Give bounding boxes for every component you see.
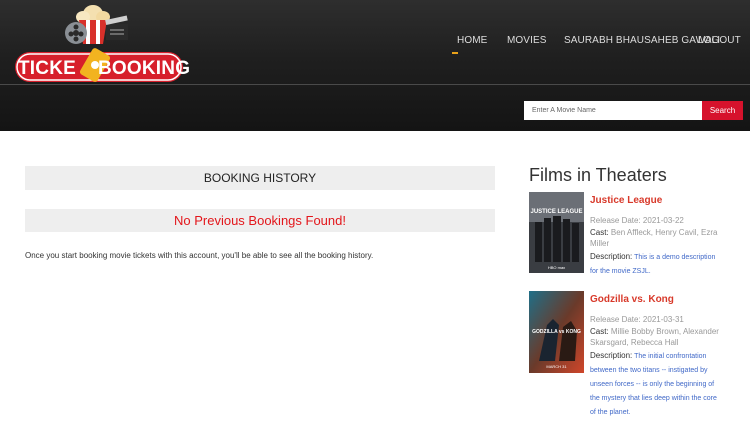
cast-label: Cast: [590, 327, 609, 336]
movie-title-justice-league[interactable]: Justice League [590, 195, 662, 206]
poster-jl-title: JUSTICE LEAGUE [530, 209, 582, 215]
poster-godzilla-vs-kong[interactable]: GODZILLA vs KONG MARCH 31 [529, 291, 584, 373]
movie-release-date: Release Date: 2021-03-31 [590, 315, 684, 324]
booking-info-text: Once you start booking movie tickets wit… [25, 251, 374, 260]
booking-history-title: BOOKING HISTORY [25, 166, 495, 190]
movie-cast: Cast: Ben Affleck, Henry Cavil, Ezra Mil… [590, 227, 720, 249]
poster-justice-league[interactable]: JUSTICE LEAGUE HBO max [529, 192, 584, 273]
nav-user-name[interactable]: SAURABH BHAUSAHEB GAWALI [564, 35, 720, 46]
film-reel-icon [65, 22, 87, 44]
movie-description: Description: This is a demo description … [590, 250, 722, 279]
site-header: TICKE BOOKING HOME MOVIES SAURABH BHAUSA… [0, 0, 750, 131]
movie-cast: Cast: Millie Bobby Brown, Alexander Skar… [590, 326, 720, 348]
nav-active-indicator [452, 52, 458, 54]
description-label: Description: [590, 351, 633, 360]
cast-label: Cast: [590, 228, 609, 237]
nav-home[interactable]: HOME [457, 35, 487, 46]
no-bookings-message: No Previous Bookings Found! [25, 209, 495, 232]
logo-text-left: TICKE [18, 58, 76, 79]
logo-text-right: BOOKING [98, 58, 191, 79]
description-label: Description: [590, 252, 633, 261]
poster-gk-title: GODZILLA vs KONG [532, 329, 581, 335]
poster-jl-sub: HBO max [548, 265, 565, 270]
movie-search-input[interactable] [524, 101, 702, 120]
movie-release-date: Release Date: 2021-03-22 [590, 216, 684, 225]
poster-gk-sub: MARCH 31 [546, 364, 567, 369]
movie-title-godzilla-vs-kong[interactable]: Godzilla vs. Kong [590, 294, 674, 305]
nav-movies[interactable]: MOVIES [507, 35, 547, 46]
description-value: The initial confrontation between the tw… [590, 353, 717, 416]
search-button[interactable]: Search [702, 101, 743, 120]
nav-logout[interactable]: LOGOUT [698, 35, 741, 46]
cast-value: Millie Bobby Brown, Alexander Skarsgard,… [590, 327, 719, 347]
movie-description: Description: The initial confrontation b… [590, 349, 722, 420]
films-in-theaters-heading: Films in Theaters [529, 165, 667, 185]
cast-value: Ben Affleck, Henry Cavil, Ezra Miller [590, 228, 718, 248]
